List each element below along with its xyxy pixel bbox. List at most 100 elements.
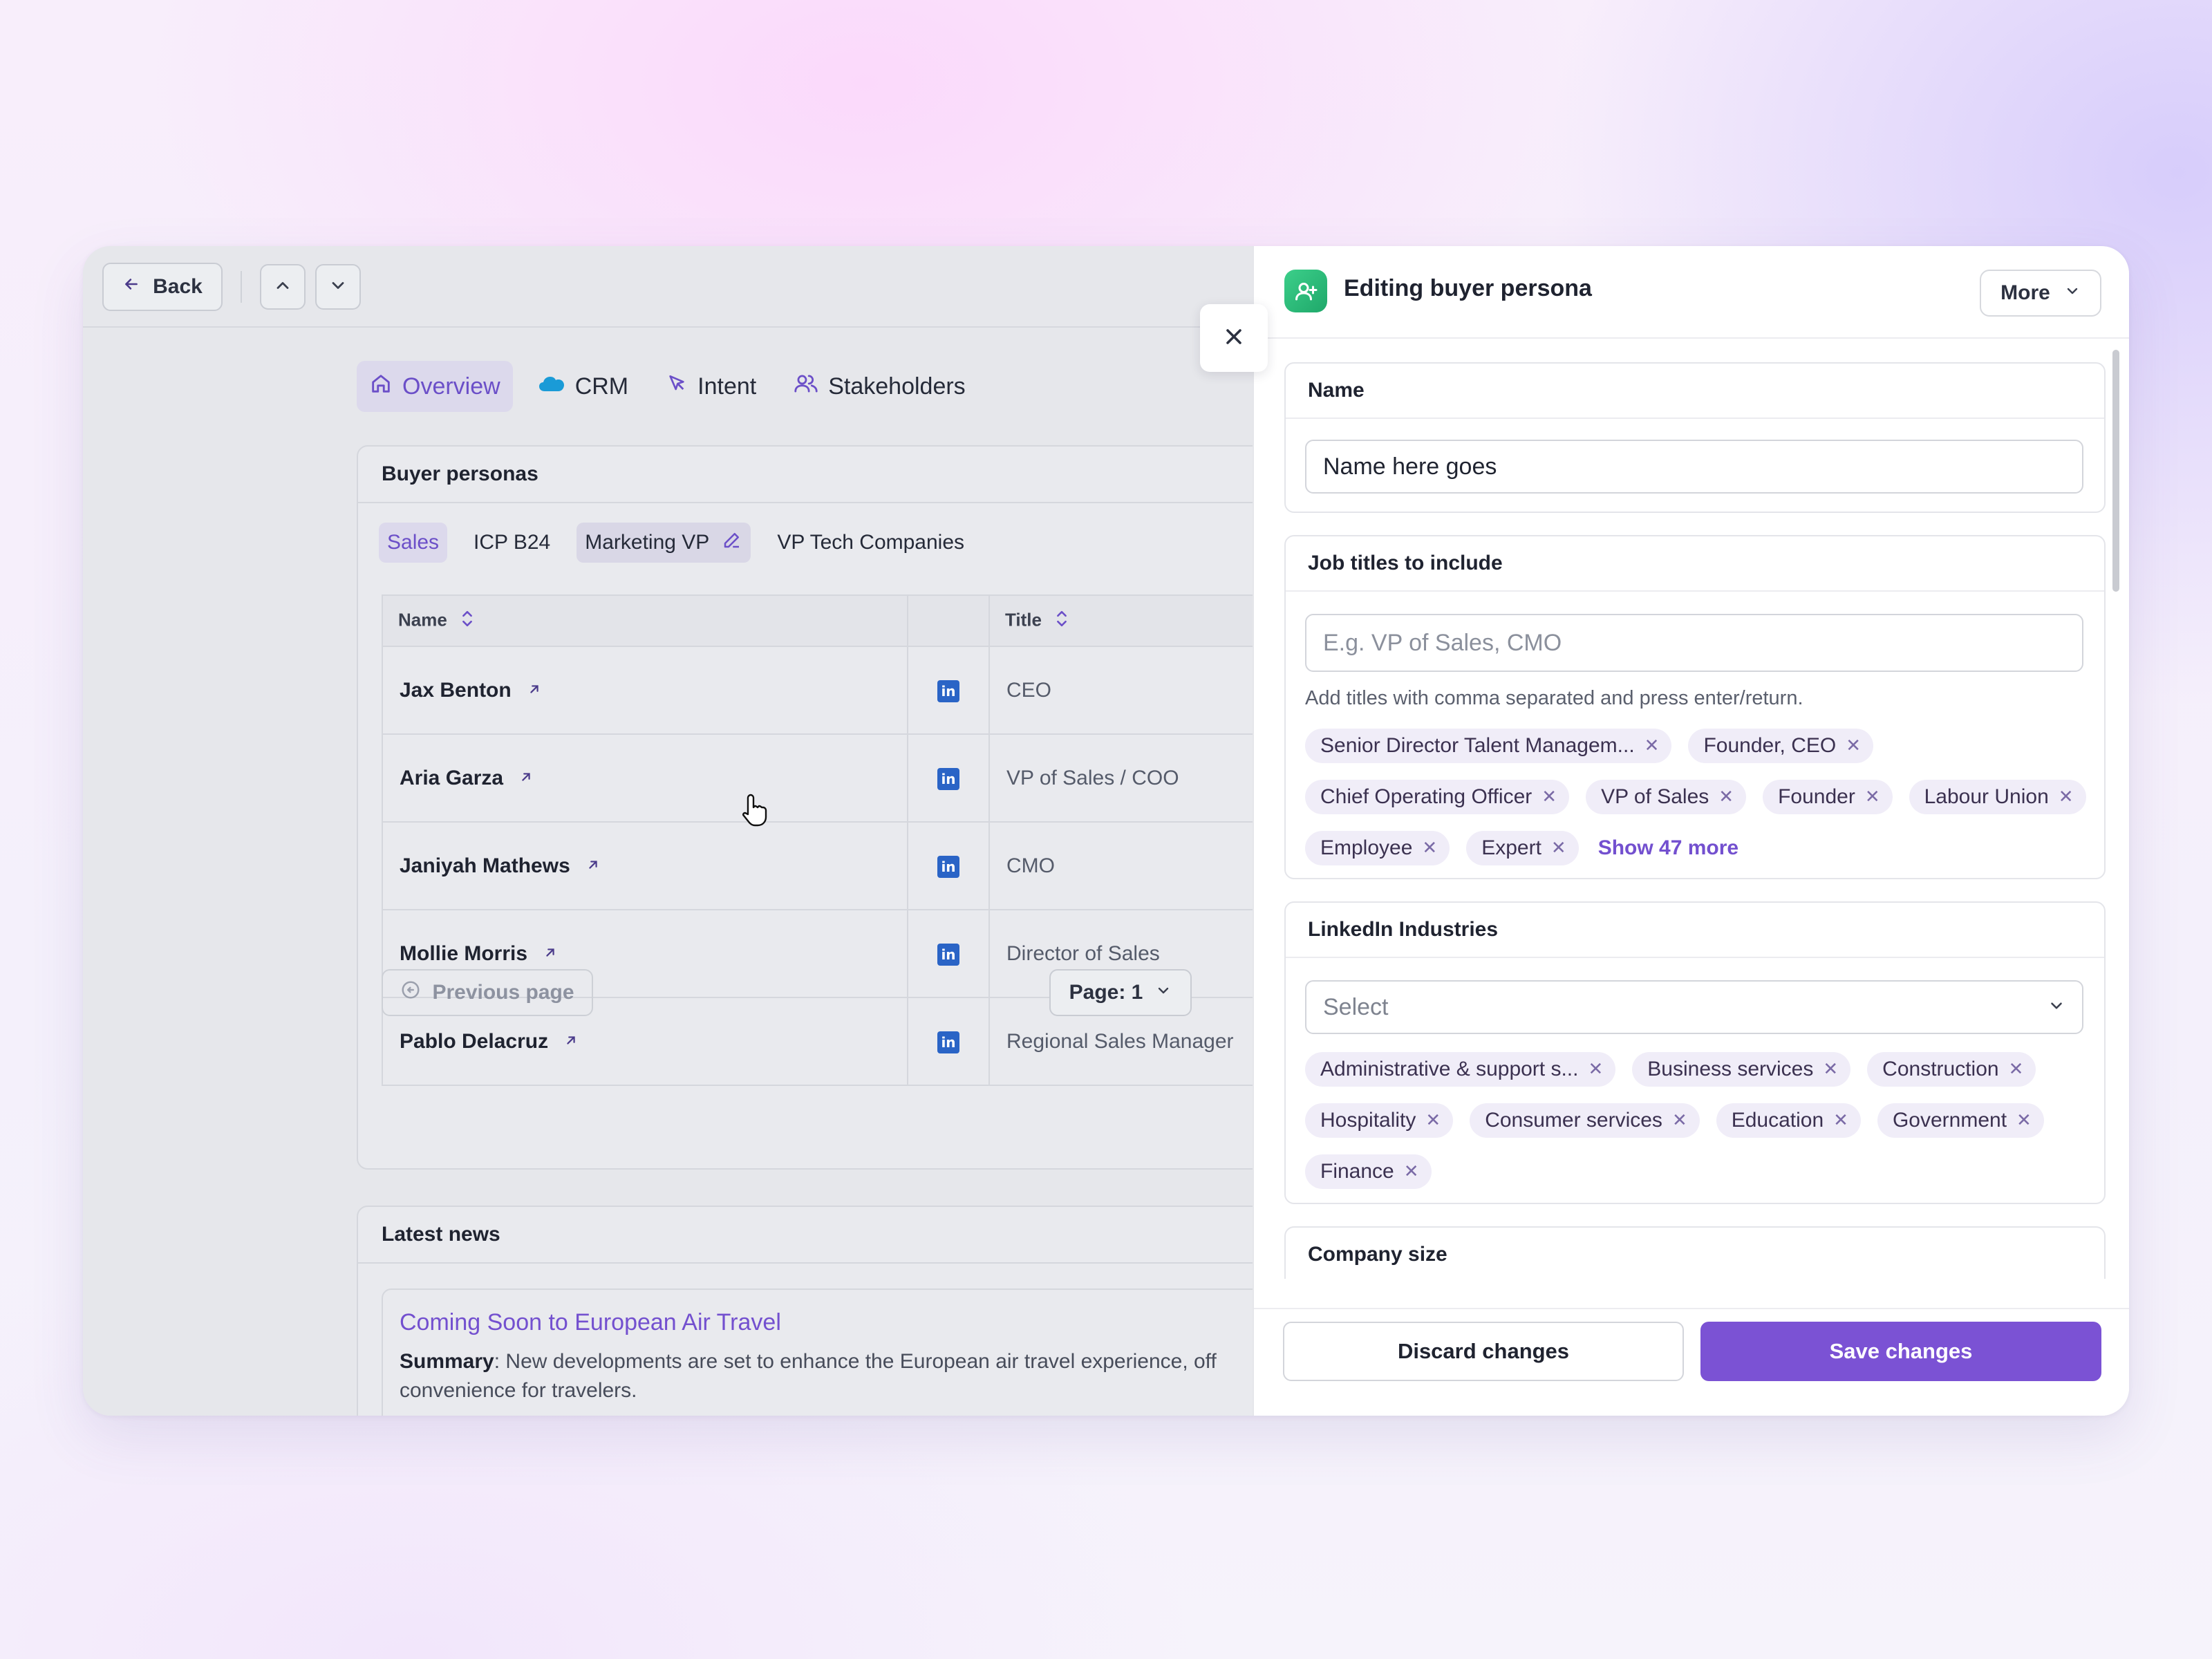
hand-pointer-cursor-icon xyxy=(742,794,767,827)
remove-chip-icon[interactable]: ✕ xyxy=(1404,1161,1419,1182)
tab-crm[interactable]: CRM xyxy=(525,361,641,412)
linkedin-industries-section: LinkedIn Industries Select Administrativ… xyxy=(1284,901,2106,1204)
persona-tab-icp-b24[interactable]: ICP B24 xyxy=(465,523,559,563)
industry-chip: Consumer services ✕ xyxy=(1470,1103,1700,1138)
persona-tab-vp-tech-companies[interactable]: VP Tech Companies xyxy=(769,523,973,563)
summary-text-continued: convenience for travelers. xyxy=(400,1379,637,1402)
external-link-icon[interactable] xyxy=(527,679,542,702)
next-record-button[interactable] xyxy=(315,264,361,310)
external-link-icon[interactable] xyxy=(585,854,601,877)
remove-chip-icon[interactable]: ✕ xyxy=(1588,1059,1603,1080)
tab-overview[interactable]: Overview xyxy=(357,361,513,412)
industries-select-placeholder: Select xyxy=(1323,993,1389,1020)
chevron-up-icon xyxy=(273,276,292,299)
show-more-titles-link[interactable]: Show 47 more xyxy=(1595,831,1738,865)
contact-name[interactable]: Janiyah Mathews xyxy=(400,854,570,877)
persona-tabs: Sales ICP B24 Marketing VP VP Tech Compa… xyxy=(379,523,973,563)
chip-label: Expert xyxy=(1481,836,1541,859)
table-row[interactable]: Jax Benton in CEO xyxy=(382,646,1301,735)
drawer-scrollbar[interactable] xyxy=(2112,350,2119,592)
chip-label: VP of Sales xyxy=(1601,785,1709,808)
remove-chip-icon[interactable]: ✕ xyxy=(2016,1110,2032,1131)
tab-intent-label: Intent xyxy=(697,373,757,400)
page-select[interactable]: Page: 1 xyxy=(1049,969,1192,1016)
chip-label: Finance xyxy=(1320,1160,1394,1183)
contact-name[interactable]: Pablo Delacruz xyxy=(400,1030,548,1053)
previous-record-button[interactable] xyxy=(260,264,306,310)
column-header-name[interactable]: Name xyxy=(382,594,908,647)
close-drawer-button[interactable] xyxy=(1200,304,1268,372)
remove-chip-icon[interactable]: ✕ xyxy=(1541,787,1557,807)
drawer-body[interactable]: Name Job titles to include Add titles wi… xyxy=(1254,340,2129,1279)
external-link-icon[interactable] xyxy=(563,1030,579,1053)
arrow-left-icon xyxy=(122,275,140,299)
chip-label: Founder, CEO xyxy=(1703,734,1837,757)
contact-name[interactable]: Jax Benton xyxy=(400,679,512,702)
job-title-chip: VP of Sales ✕ xyxy=(1586,780,1747,814)
save-changes-button[interactable]: Save changes xyxy=(1700,1322,2101,1381)
chevron-down-icon xyxy=(1155,981,1172,1004)
remove-chip-icon[interactable]: ✕ xyxy=(1833,1110,1848,1131)
remove-chip-icon[interactable]: ✕ xyxy=(1846,735,1861,756)
close-icon xyxy=(1221,324,1246,353)
persona-name-input[interactable] xyxy=(1305,440,2083,494)
table-row[interactable]: Janiyah Mathews in CMO xyxy=(382,821,1301,910)
contact-name[interactable]: Mollie Morris xyxy=(400,942,527,965)
remove-chip-icon[interactable]: ✕ xyxy=(2009,1059,2024,1080)
account-page: Back Overview CRM Intent Stakeholders Bu… xyxy=(83,246,1349,1416)
column-title-label: Title xyxy=(1005,608,1042,630)
persona-tab-sales[interactable]: Sales xyxy=(379,523,448,563)
linkedin-icon[interactable]: in xyxy=(937,944,959,966)
remove-chip-icon[interactable]: ✕ xyxy=(1672,1110,1687,1131)
back-button[interactable]: Back xyxy=(102,263,223,311)
external-link-icon[interactable] xyxy=(518,767,534,789)
persona-tab-marketing-vp[interactable]: Marketing VP xyxy=(577,523,751,563)
chevron-down-icon xyxy=(2047,994,2065,1021)
chip-label: Hospitality xyxy=(1320,1109,1416,1132)
drawer-footer: Discard changes Save changes xyxy=(1254,1308,2129,1416)
job-title-chip: Chief Operating Officer ✕ xyxy=(1305,780,1570,814)
back-label: Back xyxy=(153,275,203,298)
news-summary: Summary: New developments are set to enh… xyxy=(400,1347,1331,1405)
remove-chip-icon[interactable]: ✕ xyxy=(1823,1059,1838,1080)
job-titles-input[interactable] xyxy=(1305,614,2083,672)
tab-crm-label: CRM xyxy=(574,373,629,400)
news-item[interactable]: Coming Soon to European Air Travel Summa… xyxy=(382,1288,1349,1416)
linkedin-icon[interactable]: in xyxy=(937,856,959,878)
remove-chip-icon[interactable]: ✕ xyxy=(1865,787,1880,807)
chip-label: Government xyxy=(1892,1109,2007,1132)
external-link-icon[interactable] xyxy=(543,942,558,965)
more-menu-button[interactable]: More xyxy=(1980,270,2101,317)
persona-user-icon xyxy=(1284,270,1327,312)
linkedin-icon[interactable]: in xyxy=(937,680,959,702)
remove-chip-icon[interactable]: ✕ xyxy=(1425,1110,1441,1131)
contact-name[interactable]: Aria Garza xyxy=(400,767,503,789)
cursor-arrow-icon xyxy=(666,373,688,401)
table-row[interactable]: Aria Garza in VP of Sales / COO xyxy=(382,733,1301,823)
news-headline[interactable]: Coming Soon to European Air Travel xyxy=(400,1309,1331,1336)
chip-label: Administrative & support s... xyxy=(1320,1058,1579,1080)
sort-icon xyxy=(460,610,474,632)
industries-select[interactable]: Select xyxy=(1305,980,2083,1034)
chip-label: Education xyxy=(1731,1109,1824,1132)
remove-chip-icon[interactable]: ✕ xyxy=(1718,787,1734,807)
industry-chip: Business services ✕ xyxy=(1632,1052,1851,1087)
company-size-label: Company size xyxy=(1286,1228,2104,1279)
remove-chip-icon[interactable]: ✕ xyxy=(1551,838,1566,859)
latest-news-card: Latest news Coming Soon to European Air … xyxy=(357,1206,1349,1416)
previous-page-button[interactable]: Previous page xyxy=(382,969,593,1016)
remove-chip-icon[interactable]: ✕ xyxy=(2059,787,2074,807)
latest-news-title: Latest news xyxy=(358,1207,1295,1264)
chip-label: Construction xyxy=(1882,1058,1999,1080)
pencil-edit-icon[interactable] xyxy=(722,529,742,556)
remove-chip-icon[interactable]: ✕ xyxy=(1644,735,1660,756)
industry-chip: Hospitality ✕ xyxy=(1305,1103,1454,1138)
chip-label: Founder xyxy=(1778,785,1855,808)
linkedin-icon[interactable]: in xyxy=(937,1031,959,1053)
tab-stakeholders[interactable]: Stakeholders xyxy=(781,361,977,412)
linkedin-icon[interactable]: in xyxy=(937,768,959,790)
buyer-personas-title: Buyer personas xyxy=(358,447,1295,503)
discard-changes-button[interactable]: Discard changes xyxy=(1283,1322,1684,1381)
tab-intent[interactable]: Intent xyxy=(653,361,769,412)
remove-chip-icon[interactable]: ✕ xyxy=(1422,838,1437,859)
